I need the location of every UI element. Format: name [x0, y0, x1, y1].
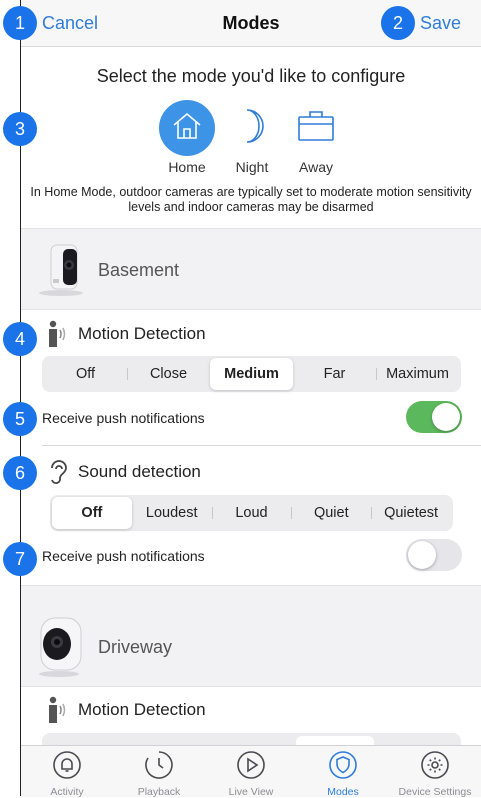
- sound-push-toggle[interactable]: [406, 539, 462, 571]
- motion-detection-title: Motion Detection: [78, 700, 206, 719]
- tab-device-settings[interactable]: Device Settings: [389, 750, 481, 798]
- callout-2: 2: [381, 6, 415, 40]
- callout-3: 3: [3, 112, 37, 146]
- camera-header-driveway[interactable]: Driveway: [21, 585, 481, 687]
- camera-thumbnail: [33, 239, 89, 297]
- bell-icon: [52, 750, 82, 785]
- tab-modes-label: Modes: [327, 786, 359, 798]
- divider: [42, 445, 481, 446]
- gear-icon: [420, 750, 450, 785]
- tab-live-view[interactable]: Live View: [205, 750, 297, 798]
- callout-5: 5: [3, 402, 37, 436]
- save-button[interactable]: Save: [420, 13, 461, 34]
- tab-device-settings-label: Device Settings: [398, 786, 472, 798]
- motion-option-medium[interactable]: Medium: [210, 358, 293, 390]
- motion-push-label: Receive push notifications: [42, 410, 205, 426]
- tab-modes[interactable]: Modes: [297, 750, 389, 798]
- sound-detection-title: Sound detection: [78, 462, 201, 481]
- callout-1: 1: [3, 6, 37, 40]
- motion-option-maximum[interactable]: Maximum: [376, 358, 459, 390]
- mode-home-label: Home: [168, 159, 206, 175]
- camera-thumbnail: [33, 612, 89, 678]
- clock-icon: [144, 750, 174, 785]
- camera-name: Driveway: [98, 637, 173, 657]
- motion-option-off[interactable]: Off: [44, 358, 127, 390]
- briefcase-icon: [296, 109, 336, 148]
- tab-playback-label: Playback: [137, 786, 181, 798]
- sound-push-label: Receive push notifications: [42, 548, 205, 564]
- tab-bar: Activity Playback Live View Modes Device…: [21, 745, 481, 798]
- mode-home[interactable]: Home: [157, 100, 217, 175]
- motion-detection-title: Motion Detection: [78, 324, 206, 343]
- home-icon: [170, 109, 204, 148]
- sound-option-loudest[interactable]: Loudest: [132, 497, 212, 529]
- mode-away[interactable]: Away: [286, 100, 346, 175]
- play-icon: [236, 750, 266, 785]
- shield-icon: [328, 750, 358, 785]
- ear-icon: [48, 459, 68, 490]
- cancel-button[interactable]: Cancel: [42, 13, 98, 34]
- mode-select-title: Select the mode you'd like to configure: [96, 66, 406, 86]
- mode-night[interactable]: Night: [222, 100, 282, 175]
- motion-option-far[interactable]: Far: [293, 358, 376, 390]
- callout-6: 6: [3, 456, 37, 490]
- camera-header-basement[interactable]: Basement: [21, 228, 481, 310]
- callout-7: 7: [3, 542, 37, 576]
- motion-sensitivity-control[interactable]: Off Close Medium Far Maximum: [42, 356, 461, 392]
- callout-4: 4: [3, 322, 37, 356]
- motion-option-close[interactable]: Close: [127, 358, 210, 390]
- mode-night-label: Night: [235, 159, 269, 175]
- tab-activity[interactable]: Activity: [21, 750, 113, 798]
- sound-option-quietest[interactable]: Quietest: [371, 497, 451, 529]
- sound-option-loud[interactable]: Loud: [211, 497, 292, 529]
- motion-person-icon: [47, 696, 67, 729]
- sound-option-off[interactable]: Off: [52, 497, 132, 529]
- camera-name: Basement: [98, 260, 180, 280]
- motion-person-icon: [47, 320, 67, 353]
- tab-activity-label: Activity: [50, 786, 84, 798]
- tab-playback[interactable]: Playback: [113, 750, 205, 798]
- motion-push-toggle[interactable]: [406, 401, 462, 433]
- sound-sensitivity-control[interactable]: Off Loudest Loud Quiet Quietest: [50, 495, 453, 531]
- mode-away-label: Away: [299, 159, 333, 175]
- moon-icon: [235, 106, 269, 151]
- tab-live-view-label: Live View: [228, 786, 274, 798]
- sound-option-quiet[interactable]: Quiet: [291, 497, 371, 529]
- mode-description: In Home Mode, outdoor cameras are typica…: [30, 185, 472, 214]
